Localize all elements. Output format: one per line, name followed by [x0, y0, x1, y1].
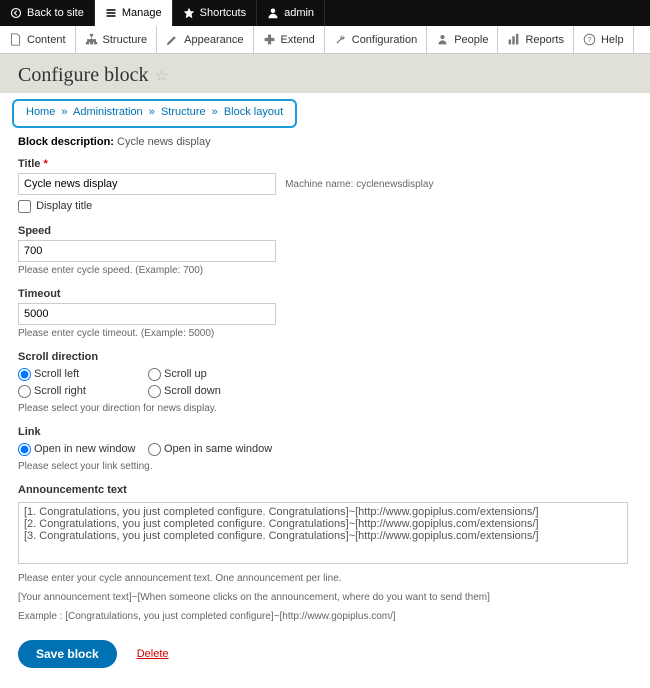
user-menu-button[interactable]: admin: [257, 0, 325, 26]
breadcrumb-structure[interactable]: Structure: [161, 106, 206, 118]
extend-icon: [263, 33, 276, 46]
link-label: Link: [18, 426, 632, 438]
breadcrumb-administration[interactable]: Administration: [73, 106, 143, 118]
title-label: Title *: [18, 158, 632, 170]
field-timeout: Timeout Please enter cycle timeout. (Exa…: [18, 288, 632, 339]
people-icon: [436, 33, 449, 46]
timeout-description: Please enter cycle timeout. (Example: 50…: [18, 328, 632, 339]
shortcuts-button[interactable]: Shortcuts: [173, 0, 257, 26]
wrench-icon: [334, 33, 347, 46]
page-title: Configure block: [18, 64, 149, 87]
announcement-help: Please enter your cycle announcement tex…: [18, 571, 632, 624]
tab-help[interactable]: ? Help: [574, 26, 634, 53]
toolbar: Back to site Manage Shortcuts admin: [0, 0, 650, 26]
tab-configuration[interactable]: Configuration: [325, 26, 427, 53]
manage-button[interactable]: Manage: [95, 0, 173, 26]
svg-text:?: ?: [587, 35, 591, 44]
user-icon: [267, 7, 279, 19]
breadcrumb-block-layout[interactable]: Block layout: [224, 106, 283, 118]
page-header: Configure block ☆: [0, 54, 650, 93]
manage-label: Manage: [122, 7, 162, 19]
document-icon: [9, 33, 22, 46]
announcement-label: Announcementc text: [18, 484, 632, 496]
machine-name: Machine name: cyclenewsdisplay: [285, 179, 433, 190]
back-to-site-label: Back to site: [27, 7, 84, 19]
save-button[interactable]: Save block: [18, 640, 117, 668]
field-scroll-direction: Scroll direction Scroll left Scroll up S…: [18, 351, 632, 414]
display-title-label: Display title: [36, 200, 92, 212]
scroll-direction-description: Please select your direction for news di…: [18, 403, 632, 414]
help-icon: ?: [583, 33, 596, 46]
content: Block description: Cycle news display Ti…: [0, 136, 650, 688]
block-description: Block description: Cycle news display: [18, 136, 632, 148]
link-same-window-radio[interactable]: [148, 443, 161, 456]
tab-reports[interactable]: Reports: [498, 26, 574, 53]
admin-tabs: Content Structure Appearance Extend Conf…: [0, 26, 650, 54]
speed-description: Please enter cycle speed. (Example: 700): [18, 265, 632, 276]
tab-content[interactable]: Content: [0, 26, 76, 53]
back-to-site-button[interactable]: Back to site: [0, 0, 95, 26]
link-description: Please select your link setting.: [18, 461, 632, 472]
breadcrumb-wrap: Home » Administration » Structure » Bloc…: [0, 93, 650, 134]
timeout-label: Timeout: [18, 288, 632, 300]
scroll-left-radio[interactable]: [18, 368, 31, 381]
field-title: Title * Machine name: cyclenewsdisplay D…: [18, 158, 632, 213]
tab-people[interactable]: People: [427, 26, 498, 53]
favorite-star-icon[interactable]: ☆: [155, 68, 169, 85]
breadcrumb: Home » Administration » Structure » Bloc…: [12, 99, 297, 128]
speed-label: Speed: [18, 225, 632, 237]
tab-structure[interactable]: Structure: [76, 26, 158, 53]
star-icon: [183, 7, 195, 19]
appearance-icon: [166, 33, 179, 46]
scroll-right-radio[interactable]: [18, 385, 31, 398]
scroll-up-radio[interactable]: [148, 368, 161, 381]
field-link: Link Open in new window Open in same win…: [18, 426, 632, 472]
breadcrumb-home[interactable]: Home: [26, 106, 55, 118]
field-announcement: Announcementc text [1. Congratulations, …: [18, 484, 632, 624]
display-title-checkbox[interactable]: [18, 200, 31, 213]
delete-link[interactable]: Delete: [137, 648, 169, 660]
scroll-down-radio[interactable]: [148, 385, 161, 398]
scroll-direction-label: Scroll direction: [18, 351, 632, 363]
title-input[interactable]: [18, 173, 276, 195]
shortcuts-label: Shortcuts: [200, 7, 246, 19]
tab-appearance[interactable]: Appearance: [157, 26, 253, 53]
tab-extend[interactable]: Extend: [254, 26, 325, 53]
announcement-textarea[interactable]: [1. Congratulations, you just completed …: [18, 502, 628, 564]
link-new-window-radio[interactable]: [18, 443, 31, 456]
form-actions: Save block Delete: [18, 640, 632, 668]
reports-icon: [507, 33, 520, 46]
field-speed: Speed Please enter cycle speed. (Example…: [18, 225, 632, 276]
hamburger-icon: [105, 7, 117, 19]
structure-icon: [85, 33, 98, 46]
back-icon: [10, 7, 22, 19]
speed-input[interactable]: [18, 240, 276, 262]
user-label: admin: [284, 7, 314, 19]
timeout-input[interactable]: [18, 303, 276, 325]
